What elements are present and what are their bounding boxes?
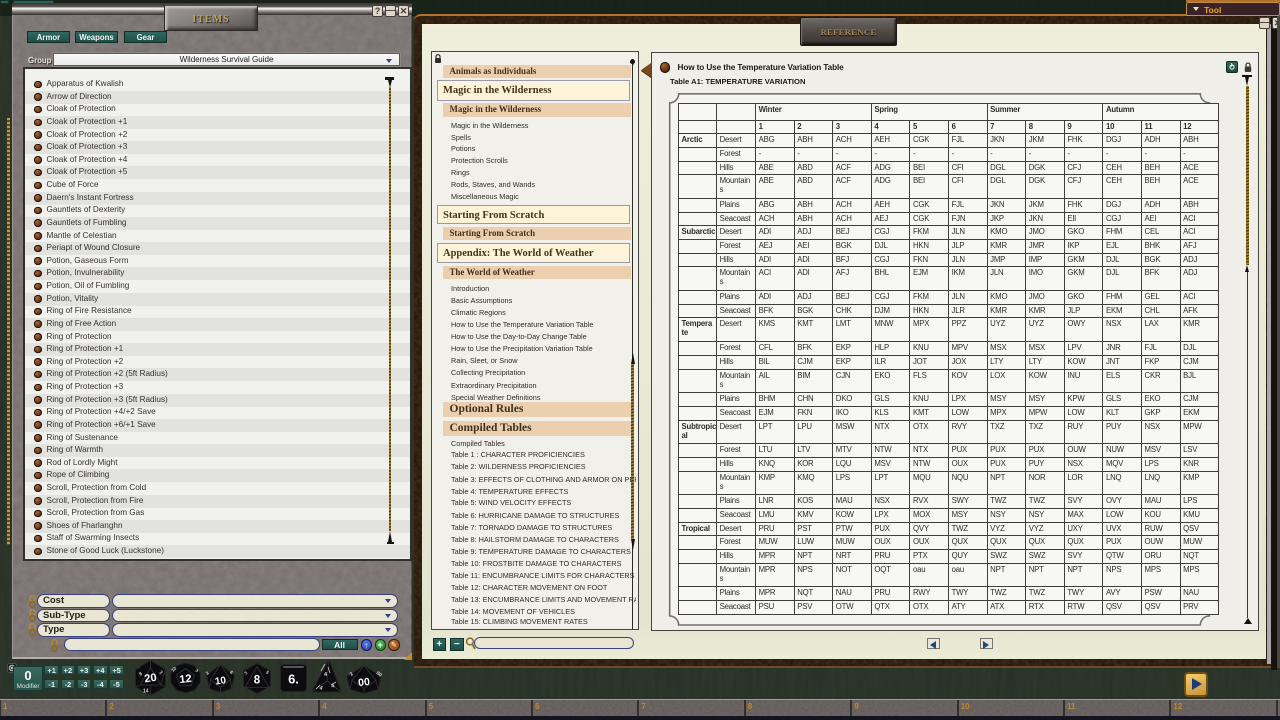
svg-text:12: 12: [179, 673, 192, 686]
svg-text:8: 8: [254, 675, 261, 687]
svg-text:20: 20: [144, 672, 158, 686]
svg-text:14: 14: [143, 689, 149, 695]
svg-text:10: 10: [214, 675, 227, 688]
svg-text:00: 00: [358, 676, 371, 689]
svg-text:6.: 6.: [288, 672, 299, 687]
